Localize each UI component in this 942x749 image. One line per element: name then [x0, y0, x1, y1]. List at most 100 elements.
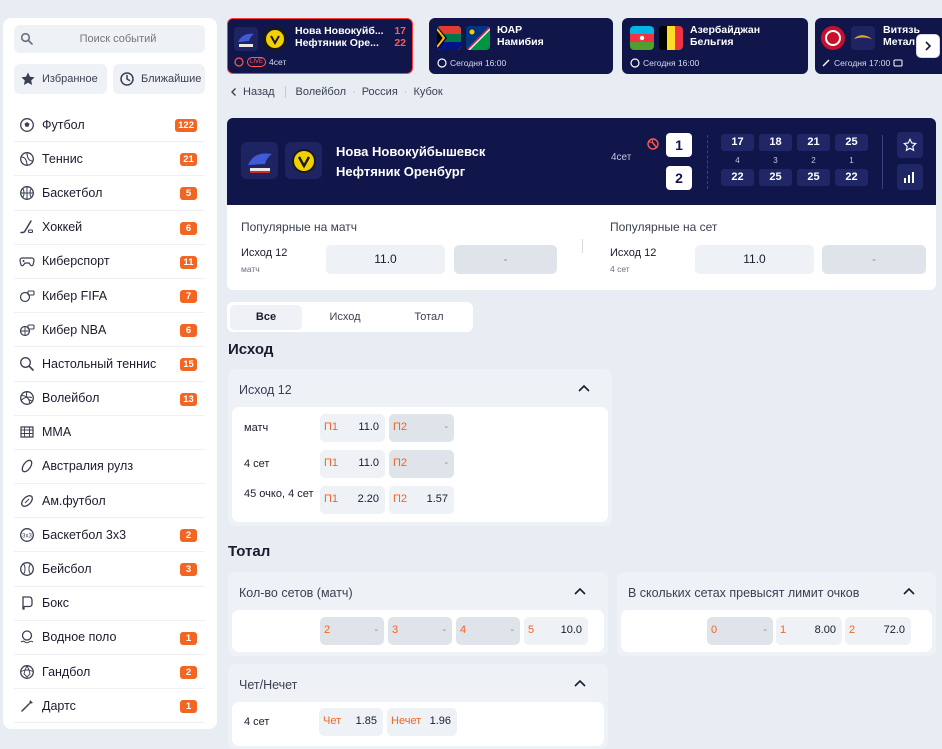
- odd-value: -: [374, 624, 378, 636]
- sidebar-item[interactable]: Австралия рулз: [14, 450, 205, 485]
- breadcrumb-sport[interactable]: Волейбол: [296, 86, 347, 98]
- set-score-team1: 18: [759, 134, 792, 151]
- market-rows: 4 сет Чет 1.85 Нечет 1.96: [232, 702, 604, 746]
- odd-cell[interactable]: Чет 1.85: [319, 708, 383, 736]
- tab-total[interactable]: Тотал: [390, 305, 468, 330]
- sidebar-item[interactable]: Гандбол 2: [14, 655, 205, 690]
- tab-outcome[interactable]: Исход: [308, 305, 382, 330]
- top-event-card-3[interactable]: Азербайджан Бельгия Сегодня 16:00: [622, 18, 808, 74]
- odd-key: 2: [324, 624, 331, 636]
- sidebar-item[interactable]: Настольный теннис 15: [14, 347, 205, 382]
- sidebar-item-label: Теннис: [42, 151, 83, 166]
- odd-cell[interactable]: П1 11.0: [320, 450, 385, 478]
- chevron-up-icon[interactable]: [573, 585, 587, 599]
- top-event-card-2[interactable]: ЮАР Намибия Сегодня 16:00: [429, 18, 613, 74]
- set-score-team1: 21: [797, 134, 830, 151]
- favorites-button[interactable]: Избранное: [14, 64, 107, 94]
- odd-button[interactable]: 11.0: [326, 245, 445, 274]
- favorite-match-button[interactable]: [897, 132, 923, 158]
- sidebar-item[interactable]: Водное поло 1: [14, 621, 205, 655]
- odd-cell[interactable]: П2 1.57: [389, 486, 454, 514]
- row-label: матч: [244, 422, 269, 434]
- carousel-next-button[interactable]: [916, 34, 940, 58]
- odd-value: -: [510, 624, 514, 636]
- chevron-left-icon: [231, 88, 236, 96]
- tab-all[interactable]: Все: [230, 305, 302, 330]
- score-team1: 1: [666, 133, 692, 157]
- soccer-ball-icon: [19, 117, 35, 133]
- sidebar-item[interactable]: Киберспорт 11: [14, 245, 205, 279]
- chevron-up-icon[interactable]: [573, 677, 587, 691]
- hockey-stick-icon: [822, 59, 830, 67]
- sidebar-item[interactable]: Ам.футбол: [14, 484, 205, 519]
- sidebar-item[interactable]: Баскетбол 5: [14, 176, 205, 211]
- breadcrumb-divider: [284, 86, 286, 98]
- back-link[interactable]: Назад: [243, 86, 275, 98]
- stats-button[interactable]: [897, 164, 923, 190]
- search-input[interactable]: [38, 25, 198, 53]
- sidebar-item[interactable]: Волейбол 13: [14, 382, 205, 416]
- table-tennis-icon: [19, 356, 35, 372]
- breadcrumb-league[interactable]: Кубок: [413, 86, 442, 98]
- soccer-ball-icon: [630, 58, 640, 68]
- odd-value: -: [444, 457, 448, 469]
- team1-name: Нова Новокуйбышевск: [336, 144, 486, 159]
- top-event-card-1[interactable]: Нова Новокуйб... Нефтяник Оре... 17 22 L…: [227, 18, 413, 74]
- water-polo-icon: [19, 629, 35, 645]
- odd-cell[interactable]: Нечет 1.96: [387, 708, 457, 736]
- odd-key: П2: [393, 493, 408, 505]
- sidebar-item-label: Футбол: [42, 117, 85, 132]
- chevron-up-icon[interactable]: [577, 382, 591, 396]
- sidebar-item[interactable]: Бейсбол 3: [14, 552, 205, 587]
- event-meta: Сегодня 16:00: [630, 58, 699, 68]
- tennis-ball-icon: [19, 151, 35, 167]
- count-badge: 6: [180, 324, 197, 338]
- odd-cell[interactable]: П1 11.0: [320, 414, 385, 442]
- breadcrumb-dot: ·: [403, 86, 408, 98]
- odd-button-disabled[interactable]: -: [822, 245, 926, 274]
- sidebar-item[interactable]: Кибер NBA 6: [14, 313, 205, 348]
- sidebar-item[interactable]: 3x3 Баскетбол 3х3 2: [14, 518, 205, 553]
- market-parity: Чет/Нечет 4 сет Чет 1.85 Нечет 1.96: [228, 664, 608, 749]
- sidebar-item[interactable]: Хоккей 6: [14, 211, 205, 245]
- odd-key: П1: [324, 457, 339, 469]
- market-title: В скольких сетах превысят лимит очков: [628, 586, 860, 600]
- volleyball-icon: [234, 57, 244, 67]
- odd-cell[interactable]: 2-: [320, 617, 384, 645]
- odd-cell[interactable]: 1 8.00: [776, 617, 842, 645]
- sidebar-item[interactable]: Бокс: [14, 587, 205, 621]
- aussie-rules-icon: [19, 458, 35, 474]
- market-rows: матч П1 11.0 П2 - 4 сет П1 11.0 П2 - 45 очко, 4 се…: [232, 407, 608, 522]
- odd-value: 11.0: [358, 457, 379, 469]
- count-badge: 5: [180, 187, 197, 201]
- odd-key: 5: [528, 624, 535, 636]
- odd-cell[interactable]: 2 72.0: [845, 617, 911, 645]
- odd-button[interactable]: 11.0: [695, 245, 814, 274]
- odd-cell[interactable]: П2 -: [389, 450, 454, 478]
- flag-belgium-icon: [659, 26, 683, 50]
- set-score-team2: 22: [721, 169, 754, 186]
- search-box[interactable]: [14, 25, 205, 53]
- upcoming-button[interactable]: Ближайшие: [113, 64, 205, 94]
- odd-cell[interactable]: 0-: [707, 617, 773, 645]
- sidebar-item[interactable]: Футбол 122: [14, 108, 205, 143]
- breadcrumb-country[interactable]: Россия: [362, 86, 398, 98]
- odd-cell[interactable]: П2 -: [389, 414, 454, 442]
- sidebar-item-label: Кибер FIFA: [42, 288, 108, 303]
- sidebar-item[interactable]: Теннис 21: [14, 142, 205, 177]
- odd-cell[interactable]: П1 2.20: [320, 486, 385, 514]
- market-sets-count: Кол-во сетов (матч) 2-3-4-5 10.0: [228, 572, 608, 656]
- chevron-up-icon[interactable]: [902, 585, 916, 599]
- odd-button-disabled[interactable]: -: [454, 245, 557, 274]
- sidebar-item-label: Волейбол: [42, 391, 100, 406]
- odd-cell[interactable]: 4-: [456, 617, 520, 645]
- sidebar-item[interactable]: MMA: [14, 416, 205, 450]
- odd-cell[interactable]: 3-: [388, 617, 452, 645]
- star-outline-icon: [903, 138, 917, 152]
- sidebar-item[interactable]: Кибер FIFA 7: [14, 279, 205, 314]
- market-title: Исход 12: [239, 383, 292, 397]
- current-set-label: 4сет: [611, 152, 632, 163]
- sidebar-item[interactable]: Дартс 1: [14, 689, 205, 724]
- odd-cell[interactable]: 5 10.0: [524, 617, 588, 645]
- odd-value: 1.57: [426, 493, 448, 505]
